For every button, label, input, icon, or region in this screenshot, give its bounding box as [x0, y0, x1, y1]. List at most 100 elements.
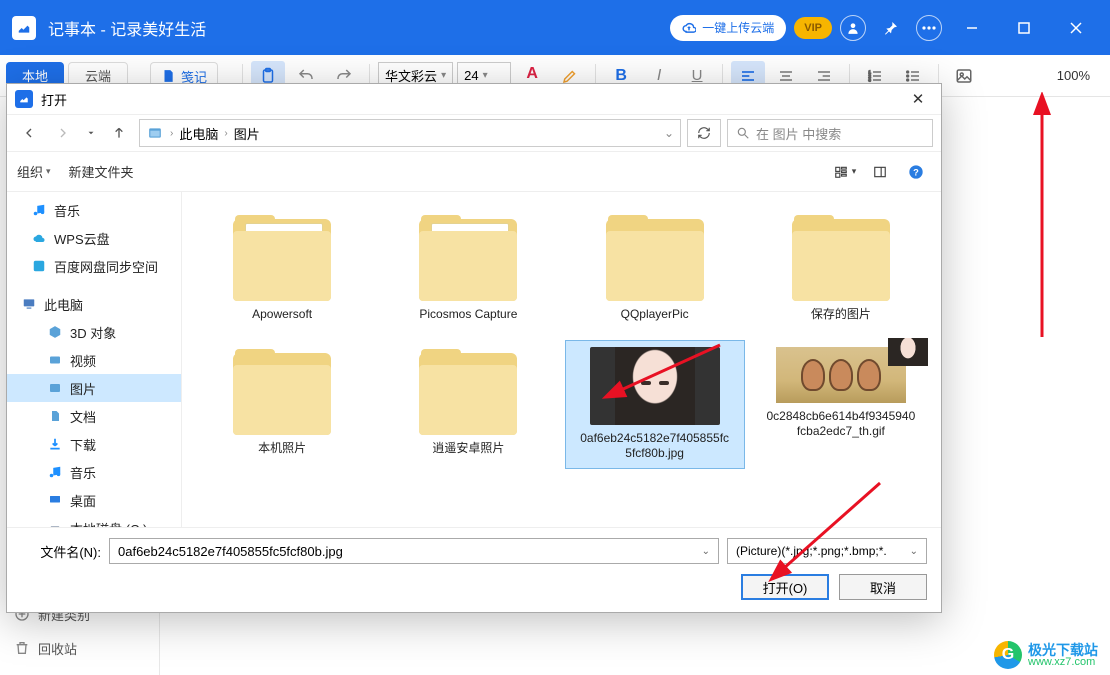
nav-history-button[interactable]	[83, 119, 99, 147]
svg-text:3: 3	[868, 77, 871, 82]
search-input[interactable]: 在 图片 中搜索	[727, 119, 933, 147]
file-item[interactable]: 0af6eb24c5182e7f405855fc5fcf80b.jpg	[565, 340, 745, 469]
file-name: 本机照片	[258, 441, 306, 457]
watermark-name: 极光下载站	[1028, 643, 1098, 657]
file-name: 逍遥安卓照片	[432, 441, 504, 457]
dialog-nav: › 此电脑 › 图片 ⌄ 在 图片 中搜索	[7, 114, 941, 152]
music-icon	[31, 202, 47, 218]
more-icon[interactable]	[916, 15, 942, 41]
file-item[interactable]: 保存的图片	[751, 206, 931, 330]
folder-icon	[413, 213, 523, 301]
image-thumbnail	[776, 347, 906, 403]
new-folder-button[interactable]: 新建文件夹	[69, 162, 134, 181]
cloud-upload-label: 一键上传云端	[702, 19, 774, 36]
preview-pane-button[interactable]	[865, 159, 895, 185]
view-mode-button[interactable]: ▾	[829, 159, 859, 185]
watermark: G 极光下载站 www.xz7.com	[994, 641, 1098, 669]
nav-up-button[interactable]	[105, 119, 133, 147]
sidebar-item-10[interactable]: 桌面	[7, 486, 181, 514]
baidu-icon	[31, 258, 47, 274]
sidebar-item-7[interactable]: 文档	[7, 402, 181, 430]
cancel-button[interactable]: 取消	[839, 574, 927, 600]
dialog-footer: 文件名(N): 0af6eb24c5182e7f405855fc5fcf80b.…	[7, 527, 941, 612]
sidebar-item-4[interactable]: 3D 对象	[7, 318, 181, 346]
thumbnail-preview	[888, 338, 928, 366]
sidebar-item-label: 图片	[70, 379, 96, 398]
image-icon	[47, 380, 63, 396]
crumb-pc[interactable]: 此电脑	[179, 124, 218, 143]
sidebar-item-label: 音乐	[70, 463, 96, 482]
sidebar-item-5[interactable]: 视频	[7, 346, 181, 374]
sidebar-item-label: 桌面	[70, 491, 96, 510]
sidebar-item-9[interactable]: 音乐	[7, 458, 181, 486]
maximize-button[interactable]	[1002, 6, 1046, 50]
file-grid: Apowersoft Picosmos Capture QQplayerPic 保存的…	[182, 192, 941, 527]
video-icon	[47, 352, 63, 368]
help-button[interactable]: ?	[901, 159, 931, 185]
file-name: Picosmos Capture	[419, 307, 517, 323]
close-button[interactable]	[1054, 6, 1098, 50]
filename-input[interactable]: 0af6eb24c5182e7f405855fc5fcf80b.jpg ⌄	[109, 538, 719, 564]
sidebar-item-1[interactable]: WPS云盘	[7, 224, 181, 252]
open-button[interactable]: 打开(O)	[741, 574, 829, 600]
doc-icon	[47, 408, 63, 424]
sidebar-item-label: 百度网盘同步空间	[54, 257, 158, 276]
download-icon	[47, 436, 63, 452]
image-thumbnail	[590, 347, 720, 425]
dialog-close-button[interactable]: ✕	[903, 84, 933, 114]
file-type-filter[interactable]: (Picture)(*.jpg;*.png;*.bmp;*. ⌄	[727, 538, 927, 564]
titlebar: 记事本 - 记录美好生活 一键上传云端 VIP	[0, 0, 1110, 55]
minimize-button[interactable]	[950, 6, 994, 50]
file-item[interactable]: Picosmos Capture	[378, 206, 558, 330]
folder-icon	[600, 213, 710, 301]
file-item[interactable]: 本机照片	[192, 340, 372, 469]
file-item[interactable]: 逍遥安卓照片	[378, 340, 558, 469]
user-icon[interactable]	[840, 15, 866, 41]
sidebar-item-label: WPS云盘	[54, 229, 110, 248]
breadcrumb[interactable]: › 此电脑 › 图片 ⌄	[139, 119, 681, 147]
dialog-toolbar: 组织▾ 新建文件夹 ▾ ?	[7, 152, 941, 192]
sidebar-item-11[interactable]: 本地磁盘 (C:)	[7, 514, 181, 527]
sidebar-item-2[interactable]: 百度网盘同步空间	[7, 252, 181, 280]
sidebar-item-0[interactable]: 音乐	[7, 196, 181, 224]
open-file-dialog: 打开 ✕ › 此电脑 › 图片 ⌄ 在 图片 中搜索 组织▾ 新建文件夹 ▾ ?	[6, 83, 942, 613]
sidebar-item-label: 3D 对象	[70, 323, 116, 342]
file-name: 0af6eb24c5182e7f405855fc5fcf80b.jpg	[580, 431, 730, 462]
sidebar-recycle[interactable]: 回收站	[0, 631, 159, 665]
file-name: Apowersoft	[252, 307, 312, 323]
nav-forward-button[interactable]	[49, 119, 77, 147]
search-placeholder: 在 图片 中搜索	[756, 124, 841, 143]
insert-image-icon[interactable]	[947, 61, 981, 91]
file-item[interactable]: Apowersoft	[192, 206, 372, 330]
desktop-icon	[47, 492, 63, 508]
watermark-url: www.xz7.com	[1028, 657, 1098, 668]
dialog-title: 打开	[41, 90, 67, 109]
pc-icon	[21, 296, 37, 312]
cube-icon	[47, 324, 63, 340]
dialog-titlebar: 打开 ✕	[7, 84, 941, 114]
filename-label: 文件名(N):	[21, 542, 101, 561]
cloud-upload-button[interactable]: 一键上传云端	[670, 15, 786, 41]
pin-icon[interactable]	[874, 11, 908, 45]
sidebar-item-8[interactable]: 下载	[7, 430, 181, 458]
cloud-icon	[31, 230, 47, 246]
file-item[interactable]: QQplayerPic	[565, 206, 745, 330]
sidebar-item-3[interactable]: 此电脑	[7, 290, 181, 318]
sidebar-item-label: 音乐	[54, 201, 80, 220]
organize-button[interactable]: 组织▾	[17, 162, 51, 181]
sidebar-item-6[interactable]: 图片	[7, 374, 181, 402]
app-title: 记事本 - 记录美好生活	[48, 16, 670, 40]
crumb-pictures[interactable]: 图片	[234, 124, 260, 143]
vip-badge[interactable]: VIP	[794, 17, 832, 39]
watermark-logo: G	[994, 641, 1022, 669]
file-name: QQplayerPic	[621, 307, 689, 323]
svg-text:?: ?	[913, 167, 919, 177]
image-folder-icon	[146, 126, 164, 140]
file-name: 0c2848cb6e614b4f9345940fcba2edc7_th.gif	[766, 409, 916, 440]
zoom-level[interactable]: 100%	[1043, 68, 1104, 83]
refresh-button[interactable]	[687, 119, 721, 147]
search-icon	[736, 126, 750, 140]
folder-icon	[786, 213, 896, 301]
nav-back-button[interactable]	[15, 119, 43, 147]
sidebar-item-label: 下载	[70, 435, 96, 454]
